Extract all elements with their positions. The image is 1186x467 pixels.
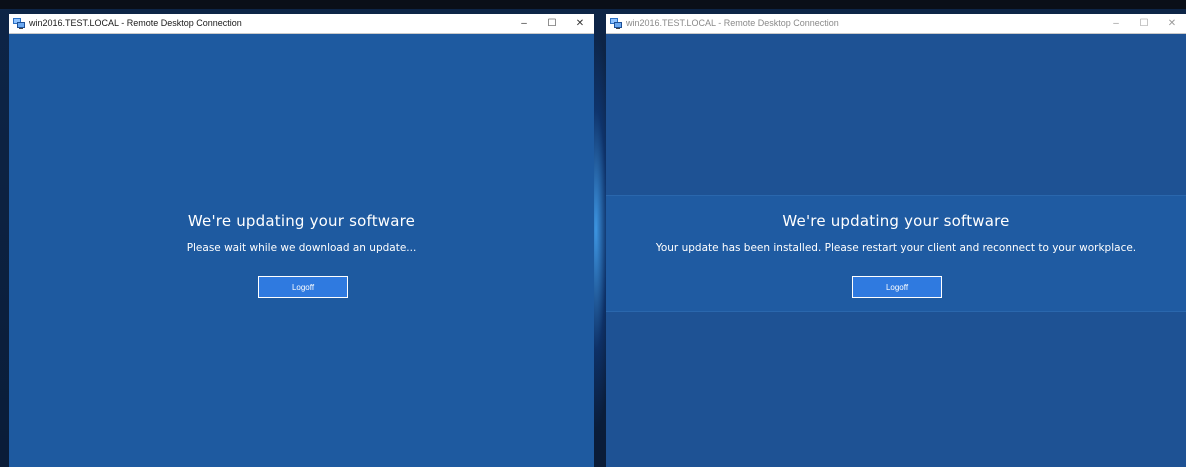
minimize-button[interactable]: – — [1102, 14, 1130, 33]
maximize-button[interactable]: ☐ — [1130, 14, 1158, 33]
update-message: Please wait while we download an update.… — [186, 242, 417, 254]
remote-desktop-icon — [610, 18, 622, 29]
update-message: Your update has been installed. Please r… — [655, 242, 1137, 254]
remote-session-content: We're updating your software Your update… — [606, 34, 1186, 467]
rdp-window-installed: win2016.TEST.LOCAL - Remote Desktop Conn… — [606, 14, 1186, 467]
maximize-button[interactable]: ☐ — [538, 14, 566, 33]
title-bar[interactable]: win2016.TEST.LOCAL - Remote Desktop Conn… — [9, 14, 594, 34]
rdp-window-downloading: win2016.TEST.LOCAL - Remote Desktop Conn… — [9, 14, 594, 467]
title-bar[interactable]: win2016.TEST.LOCAL - Remote Desktop Conn… — [606, 14, 1186, 34]
update-heading: We're updating your software — [782, 212, 1010, 230]
window-title: win2016.TEST.LOCAL - Remote Desktop Conn… — [29, 18, 242, 28]
minimize-button[interactable]: – — [510, 14, 538, 33]
remote-session-content: We're updating your software Please wait… — [9, 34, 594, 467]
remote-desktop-icon — [13, 18, 25, 29]
logoff-button[interactable]: Logoff — [258, 276, 348, 298]
update-heading: We're updating your software — [187, 212, 416, 230]
window-title: win2016.TEST.LOCAL - Remote Desktop Conn… — [626, 18, 839, 28]
close-button[interactable]: ✕ — [1158, 14, 1186, 33]
close-button[interactable]: ✕ — [566, 14, 594, 33]
logoff-button[interactable]: Logoff — [852, 276, 942, 298]
desktop-top-strip — [0, 0, 1186, 9]
